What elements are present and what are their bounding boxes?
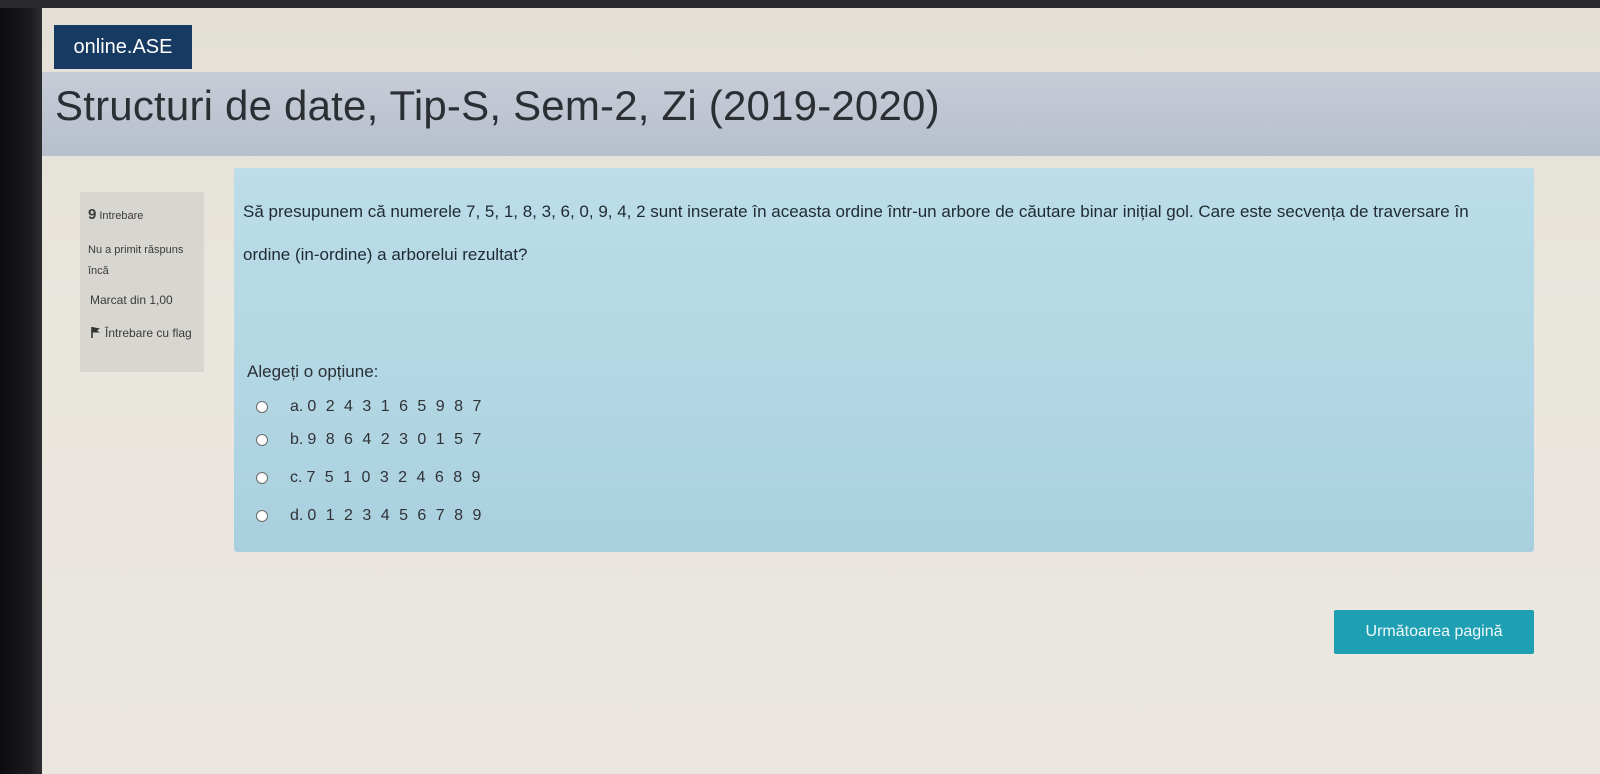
course-title: Structuri de date, Tip-S, Sem-2, Zi (201… <box>55 82 940 129</box>
answer-prompt: Alegeți o opțiune: <box>247 362 379 381</box>
answer-letter: c. <box>290 469 303 486</box>
answer-option-a[interactable]: a. 0 2 4 3 1 6 5 9 8 7 <box>256 394 484 420</box>
flag-question-label: Întrebare cu flag <box>105 326 192 340</box>
flag-question-link[interactable]: Întrebare cu flag <box>90 324 200 343</box>
answer-letter: b. <box>290 431 304 448</box>
question-state: Nu a primit răspuns încă <box>88 244 184 277</box>
radio-button[interactable] <box>256 510 268 522</box>
flag-icon <box>91 327 100 338</box>
question-text: Să presupunem că numerele 7, 5, 1, 8, 3,… <box>243 202 1469 264</box>
question-grade: Marcat din 1,00 <box>90 293 173 307</box>
site-logo-text: online.ASE <box>73 35 173 58</box>
question-info-panel: 9 Intrebare Nu a primit răspuns încă Marc… <box>80 192 204 372</box>
question-number-label: Intrebare <box>99 210 144 222</box>
answer-option-b[interactable]: b. 9 8 6 4 2 3 0 1 5 7 <box>256 427 484 453</box>
answer-letter: a. <box>290 398 304 415</box>
radio-button[interactable] <box>256 472 268 484</box>
answer-text: 7 5 1 0 3 2 4 6 8 9 <box>306 469 483 486</box>
answer-option-c[interactable]: c. 7 5 1 0 3 2 4 6 8 9 <box>256 465 483 491</box>
answer-text: 9 8 6 4 2 3 0 1 5 7 <box>307 431 484 448</box>
screen-bezel <box>0 0 42 774</box>
question-number-value: 9 <box>88 206 97 223</box>
site-logo[interactable]: online.ASE <box>54 25 192 69</box>
answer-letter: d. <box>290 507 304 524</box>
answer-text: 0 2 4 3 1 6 5 9 8 7 <box>307 398 484 415</box>
answer-option-d[interactable]: d. 0 1 2 3 4 5 6 7 8 9 <box>256 503 484 529</box>
next-page-button[interactable]: Următoarea pagină <box>1334 610 1534 654</box>
question-number: 9 Intrebare <box>88 206 143 223</box>
radio-button[interactable] <box>256 401 268 413</box>
screen-bezel-top <box>0 0 1600 8</box>
radio-button[interactable] <box>256 434 268 446</box>
answer-text: 0 1 2 3 4 5 6 7 8 9 <box>307 507 484 524</box>
